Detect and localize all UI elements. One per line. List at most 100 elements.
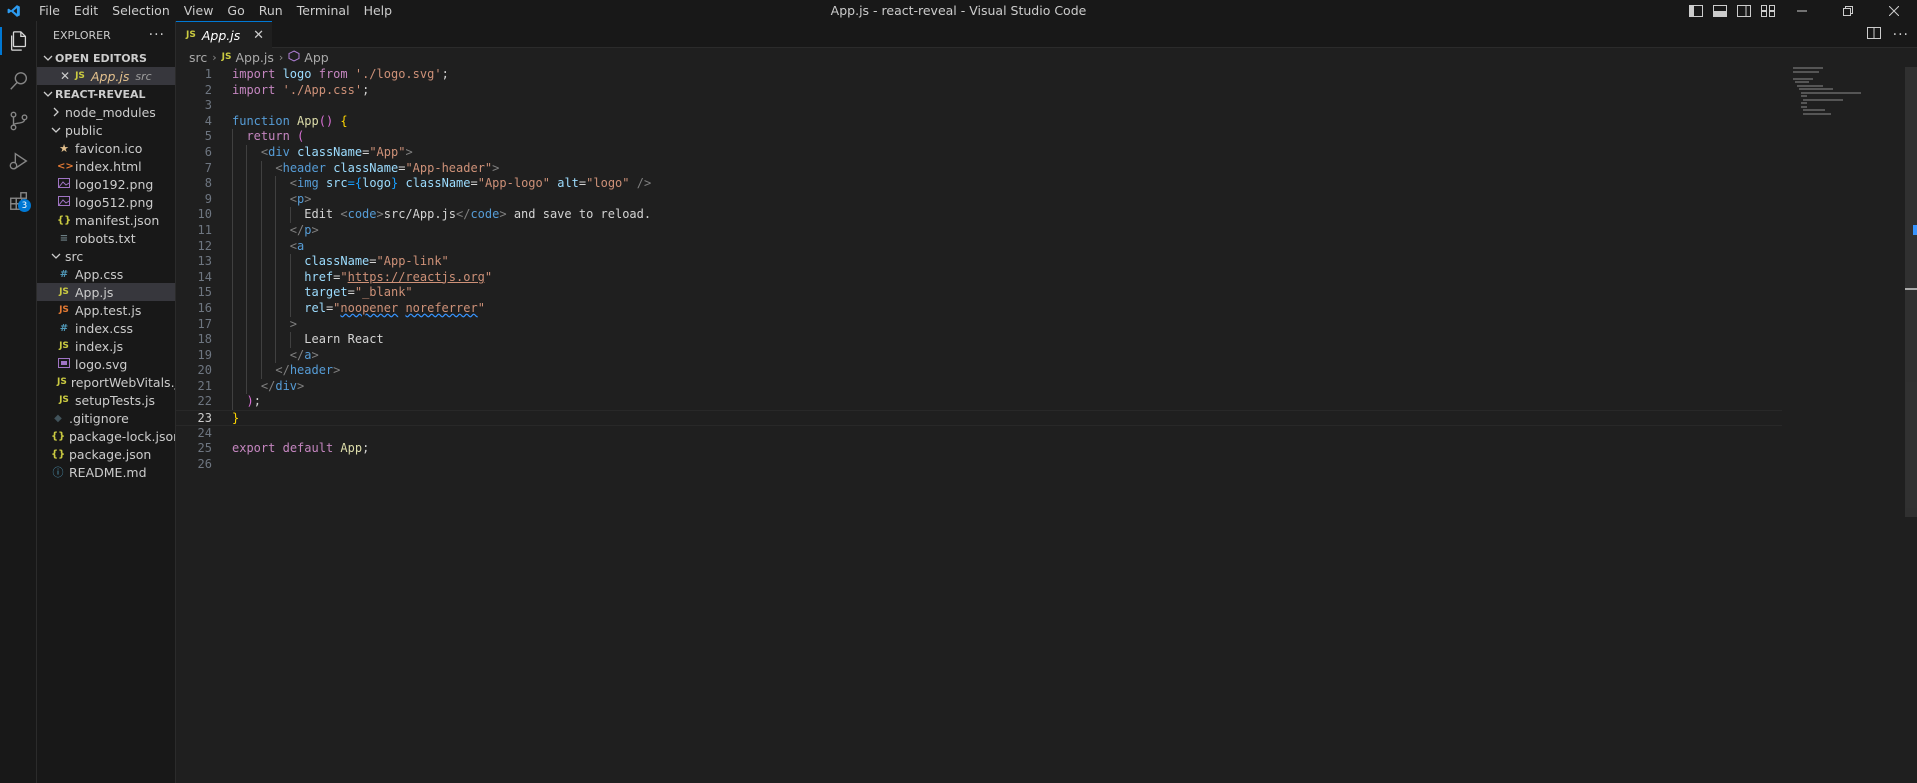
vscode-logo-icon	[0, 0, 28, 21]
tree-label: .gitignore	[69, 410, 129, 426]
menu-file[interactable]: File	[32, 0, 67, 21]
more-actions-icon[interactable]: ···	[1893, 27, 1909, 43]
menu-view[interactable]: View	[177, 0, 221, 21]
close-icon[interactable]: ✕	[57, 69, 73, 83]
toggle-panel-icon[interactable]	[1711, 2, 1729, 20]
line-number: 20	[197, 363, 212, 378]
code-editor[interactable]: 1 import logo from './logo.svg'; 2 import …	[176, 67, 1782, 472]
breadcrumb-folder[interactable]: src	[189, 50, 207, 65]
code-text: return (	[212, 129, 304, 145]
menu-help[interactable]: Help	[357, 0, 400, 21]
tree-file-gitignore[interactable]: ◆ .gitignore	[37, 409, 175, 427]
url-link[interactable]: https://reactjs.org	[348, 270, 485, 284]
code-line: 16 rel="noopener noreferrer"	[176, 300, 1776, 317]
vertical-scrollbar[interactable]	[1905, 67, 1917, 517]
project-section[interactable]: REACT-REVEAL	[37, 85, 175, 103]
open-editor-item[interactable]: ✕ JS App.js src	[37, 67, 175, 85]
tree-file-manifest[interactable]: {} manifest.json	[37, 211, 175, 229]
open-editors-title: OPEN EDITORS	[55, 51, 147, 65]
close-window-icon[interactable]	[1871, 0, 1917, 21]
star-icon: ★	[59, 141, 69, 155]
menu-edit[interactable]: Edit	[67, 0, 105, 21]
code-line: 12 <a	[176, 238, 1776, 255]
menu-selection[interactable]: Selection	[105, 0, 177, 21]
source-control-icon[interactable]	[0, 101, 37, 141]
line-number: 9	[204, 191, 212, 206]
extensions-icon[interactable]: 3	[0, 181, 37, 221]
css-file-icon: #	[59, 268, 69, 280]
tree-folder-public[interactable]: public	[37, 121, 175, 139]
json-file-icon: {}	[51, 430, 66, 442]
more-actions-icon[interactable]: ···	[149, 27, 165, 43]
minimize-icon[interactable]	[1779, 0, 1825, 21]
line-number: 18	[197, 332, 212, 347]
tree-label: logo512.png	[75, 194, 154, 210]
tree-file-index-css[interactable]: # index.css	[37, 319, 175, 337]
menu-go[interactable]: Go	[220, 0, 251, 21]
tree-file-package-json[interactable]: {} package.json	[37, 445, 175, 463]
open-editor-desc: src	[135, 69, 152, 83]
run-debug-icon[interactable]	[0, 141, 37, 181]
git-file-icon: ◆	[54, 412, 62, 424]
chevron-right-icon: ›	[212, 50, 217, 64]
tree-file-package-lock[interactable]: {} package-lock.json	[37, 427, 175, 445]
minimap[interactable]	[1793, 67, 1863, 127]
test-js-file-icon: JS	[59, 305, 69, 315]
tree-file-favicon[interactable]: ★ favicon.ico	[37, 139, 175, 157]
tree-label: robots.txt	[75, 230, 136, 246]
breadcrumb-file[interactable]: App.js	[236, 50, 274, 65]
tree-label: public	[65, 122, 103, 138]
line-number: 15	[197, 285, 212, 300]
menu-run[interactable]: Run	[252, 0, 290, 21]
explorer-title: EXPLORER	[53, 28, 111, 42]
tree-file-index-html[interactable]: <> index.html	[37, 157, 175, 175]
open-editors-section[interactable]: OPEN EDITORS	[37, 49, 175, 67]
close-icon[interactable]: ✕	[253, 28, 264, 43]
tree-file-readme[interactable]: ⓘ README.md	[37, 463, 175, 481]
json-file-icon: {}	[57, 214, 72, 226]
code-text: import logo from './logo.svg';	[232, 67, 449, 81]
menu-terminal[interactable]: Terminal	[290, 0, 357, 21]
code-line: 15 target="_blank"	[176, 285, 1776, 301]
split-editor-icon[interactable]	[1866, 26, 1881, 43]
chevron-down-icon	[41, 89, 55, 99]
line-number: 25	[197, 441, 212, 456]
search-icon[interactable]	[0, 61, 37, 101]
tree-file-report-web-vitals[interactable]: JS reportWebVitals.js	[37, 373, 175, 391]
tree-file-robots[interactable]: ≡ robots.txt	[37, 229, 175, 247]
title-bar: File Edit Selection View Go Run Terminal…	[0, 0, 1917, 21]
code-line: 5 return (	[176, 129, 1776, 145]
js-file-icon: JS	[75, 71, 85, 81]
tree-label: src	[65, 248, 84, 264]
tree-file-app-js[interactable]: JS App.js	[37, 283, 175, 301]
tree-file-app-test-js[interactable]: JS App.test.js	[37, 301, 175, 319]
tree-label: App.js	[75, 284, 114, 300]
toggle-primary-sidebar-icon[interactable]	[1687, 2, 1705, 20]
code-text: );	[212, 394, 261, 411]
line-number: 13	[197, 254, 212, 269]
code-text: href="https://reactjs.org"	[212, 269, 492, 286]
tree-label: README.md	[69, 464, 147, 480]
tree-file-index-js[interactable]: JS index.js	[37, 337, 175, 355]
tree-file-app-css[interactable]: # App.css	[37, 265, 175, 283]
restore-icon[interactable]	[1825, 0, 1871, 21]
tree-file-logo192[interactable]: logo192.png	[37, 175, 175, 193]
tree-file-logo-svg[interactable]: logo.svg	[37, 355, 175, 373]
tree-folder-node-modules[interactable]: node_modules	[37, 103, 175, 121]
image-file-icon	[57, 195, 71, 209]
tree-file-logo512[interactable]: logo512.png	[37, 193, 175, 211]
customize-layout-icon[interactable]	[1759, 2, 1777, 20]
line-number: 16	[197, 300, 212, 315]
code-line: 8 <img src={logo} className="App-logo" a…	[176, 176, 1776, 192]
tree-folder-src[interactable]: src	[37, 247, 175, 265]
code-text: Edit <code>src/App.js</code> and save to…	[212, 207, 651, 223]
line-number: 23	[197, 411, 212, 426]
breadcrumb-symbol[interactable]: App	[304, 50, 328, 65]
tree-label: App.css	[75, 266, 124, 282]
code-line: 24	[176, 426, 1776, 442]
tab-app-js[interactable]: JS App.js ✕	[176, 21, 272, 48]
explorer-icon[interactable]	[0, 21, 37, 61]
toggle-secondary-sidebar-icon[interactable]	[1735, 2, 1753, 20]
tree-file-setup-tests[interactable]: JS setupTests.js	[37, 391, 175, 409]
code-line: 4 function App() {	[176, 114, 1776, 130]
